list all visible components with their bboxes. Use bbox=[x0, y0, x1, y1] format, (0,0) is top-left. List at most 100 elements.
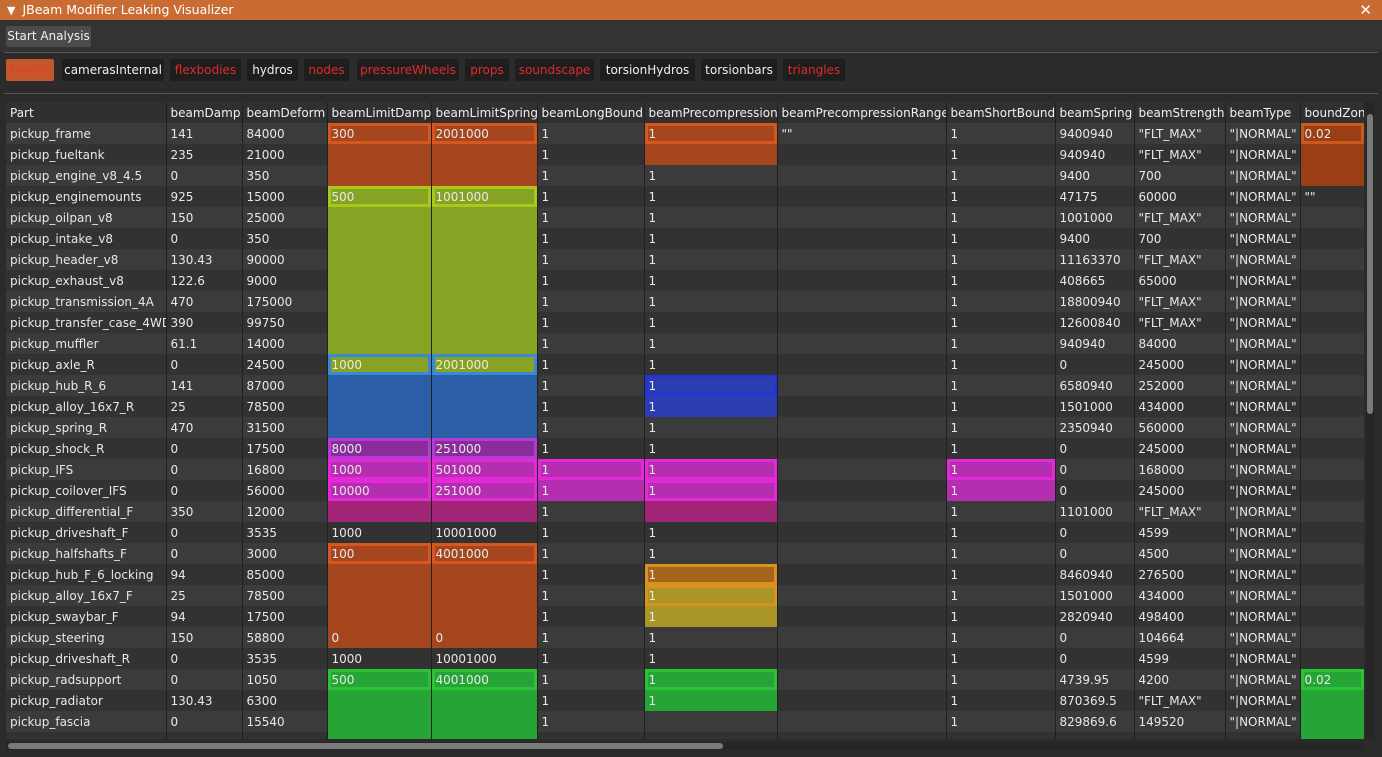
cell-beamDeform: 58800 bbox=[242, 627, 328, 648]
vertical-scrollbar-thumb[interactable] bbox=[1367, 114, 1373, 414]
column-header-beamSpring[interactable]: beamSpring bbox=[1055, 102, 1135, 123]
start-analysis-button[interactable]: Start Analysis bbox=[6, 26, 91, 47]
cell-beamStrength: 434000 bbox=[1134, 585, 1226, 606]
tab-pressureWheels[interactable]: pressureWheels bbox=[357, 59, 459, 81]
tab-torsionHydros[interactable]: torsionHydros bbox=[600, 59, 695, 81]
column-header-beamPrecompression[interactable]: beamPrecompression bbox=[644, 102, 778, 123]
column-header-boundZone[interactable]: boundZone bbox=[1300, 102, 1364, 123]
cell-beamPrecompression: 1 bbox=[644, 396, 778, 417]
column-header-beamLimitSpring[interactable]: beamLimitSpring bbox=[431, 102, 538, 123]
cell-beamDamp: 0 bbox=[166, 228, 243, 249]
cell-beamLimitSpring bbox=[431, 417, 538, 438]
cell-beamShortBound: 1 bbox=[946, 144, 1056, 165]
cell-beamPrecompression: 1 bbox=[644, 312, 778, 333]
cell-beamLimitSpring bbox=[431, 690, 538, 711]
cell-beamPrecompression: 1 bbox=[644, 627, 778, 648]
horizontal-scrollbar[interactable] bbox=[6, 742, 1364, 750]
cell-beamShortBound: 1 bbox=[946, 165, 1056, 186]
cell-beamDeform: 21000 bbox=[242, 144, 328, 165]
cell-beamDamp: 25 bbox=[166, 585, 243, 606]
cell-beamSpring: 2820940 bbox=[1055, 606, 1135, 627]
cell-beamShortBound: 1 bbox=[946, 585, 1056, 606]
cell-boundZone bbox=[1300, 228, 1364, 249]
tab-beams[interactable]: beams bbox=[6, 59, 54, 81]
cell-beamLimitSpring: 251000 bbox=[431, 480, 538, 501]
cell-beamPrecompression: 1 bbox=[644, 690, 778, 711]
cell-beamShortBound: 1 bbox=[946, 270, 1056, 291]
cell-beamLimitSpring bbox=[431, 207, 538, 228]
table-row: pickup_coilover_IFS 0 56000 10000 251000 1 1 1 0… bbox=[6, 480, 1364, 501]
cell-beamStrength: 700 bbox=[1134, 165, 1226, 186]
cell-beamDeform: 14000 bbox=[242, 333, 328, 354]
column-header-beamDamp[interactable]: beamDamp bbox=[166, 102, 243, 123]
cell-beamLongBound: 1 bbox=[537, 312, 645, 333]
cell-beamLimitDamp bbox=[327, 312, 432, 333]
cell-beamType: "|NORMAL" bbox=[1225, 501, 1301, 522]
cell-beamLongBound: 1 bbox=[537, 228, 645, 249]
column-header-beamLimitDamp[interactable]: beamLimitDamp bbox=[327, 102, 432, 123]
column-header-beamStrength[interactable]: beamStrength bbox=[1134, 102, 1226, 123]
column-header-beamLongBound[interactable]: beamLongBound bbox=[537, 102, 645, 123]
tab-flexbodies[interactable]: flexbodies bbox=[170, 59, 241, 81]
column-header-beamDeform[interactable]: beamDeform bbox=[242, 102, 328, 123]
cell-beamDamp: 130.43 bbox=[166, 249, 243, 270]
column-header-beamPrecompressionRange[interactable]: beamPrecompressionRange bbox=[777, 102, 947, 123]
part-name-cell: pickup_header_v8 bbox=[6, 249, 167, 270]
cell-beamLongBound: 1 bbox=[537, 291, 645, 312]
cell-beamPrecompression: 1 bbox=[644, 459, 778, 480]
cell-beamLongBound: 1 bbox=[537, 438, 645, 459]
vertical-scrollbar[interactable] bbox=[1366, 102, 1374, 739]
cell-boundZone bbox=[1300, 627, 1364, 648]
table-row: pickup_muffler 61.1 14000 1 1 1 940940 84000 "|N… bbox=[6, 333, 1364, 354]
cell-beamLimitSpring: 1001000 bbox=[431, 186, 538, 207]
cell-boundZone bbox=[1300, 543, 1364, 564]
cell-beamPrecompressionRange bbox=[777, 480, 947, 501]
cell-boundZone bbox=[1300, 648, 1364, 669]
cell-beamPrecompressionRange bbox=[777, 186, 947, 207]
cell-beamLongBound: 1 bbox=[537, 648, 645, 669]
collapse-triangle-icon[interactable]: ▼ bbox=[7, 1, 15, 21]
tab-hydros[interactable]: hydros bbox=[247, 59, 298, 81]
cell-beamDeform: 31500 bbox=[242, 417, 328, 438]
horizontal-scrollbar-thumb[interactable] bbox=[8, 743, 723, 749]
tab-props[interactable]: props bbox=[465, 59, 509, 81]
cell-beamLimitSpring bbox=[431, 270, 538, 291]
tab-nodes[interactable]: nodes bbox=[304, 59, 349, 81]
cell-boundZone bbox=[1300, 438, 1364, 459]
cell-beamSpring: 11163370 bbox=[1055, 249, 1135, 270]
tab-soundscape[interactable]: soundscape bbox=[515, 59, 594, 81]
tab-camerasInternal[interactable]: camerasInternal bbox=[62, 59, 164, 81]
cell-beamLimitDamp bbox=[327, 417, 432, 438]
tab-triangles[interactable]: triangles bbox=[783, 59, 845, 81]
column-header-beamType[interactable]: beamType bbox=[1225, 102, 1301, 123]
cell-beamPrecompression: 1 bbox=[644, 648, 778, 669]
part-name-cell: pickup_exhaust_v8 bbox=[6, 270, 167, 291]
cell-beamSpring: 0 bbox=[1055, 438, 1135, 459]
cell-beamSpring: 6580940 bbox=[1055, 375, 1135, 396]
cell-beamDamp bbox=[166, 732, 243, 739]
cell-beamPrecompressionRange bbox=[777, 417, 947, 438]
cell-beamShortBound: 1 bbox=[946, 564, 1056, 585]
cell-beamLimitDamp bbox=[327, 333, 432, 354]
cell-beamType: "|NORMAL" bbox=[1225, 585, 1301, 606]
cell-beamSpring: 9400 bbox=[1055, 165, 1135, 186]
cell-beamPrecompression: 1 bbox=[644, 207, 778, 228]
cell-beamType: "|NORMAL" bbox=[1225, 669, 1301, 690]
cell-beamLimitDamp: 100 bbox=[327, 543, 432, 564]
cell-beamShortBound: 1 bbox=[946, 312, 1056, 333]
cell-beamPrecompressionRange bbox=[777, 207, 947, 228]
cell-beamPrecompressionRange bbox=[777, 375, 947, 396]
cell-beamStrength: 60000 bbox=[1134, 186, 1226, 207]
cell-boundZone bbox=[1300, 291, 1364, 312]
column-header-beamShortBound[interactable]: beamShortBound bbox=[946, 102, 1056, 123]
cell-beamDamp: 0 bbox=[166, 480, 243, 501]
cell-beamDeform: 25000 bbox=[242, 207, 328, 228]
column-header-Part[interactable]: Part bbox=[6, 102, 167, 123]
toolbar: Start Analysis bbox=[0, 20, 1382, 52]
cell-beamDamp: 61.1 bbox=[166, 333, 243, 354]
part-name-cell: pickup_alloy_16x7_F bbox=[6, 585, 167, 606]
cell-boundZone bbox=[1300, 585, 1364, 606]
close-icon[interactable]: ✕ bbox=[1359, 0, 1372, 20]
cell-beamPrecompressionRange bbox=[777, 249, 947, 270]
tab-torsionbars[interactable]: torsionbars bbox=[701, 59, 777, 81]
